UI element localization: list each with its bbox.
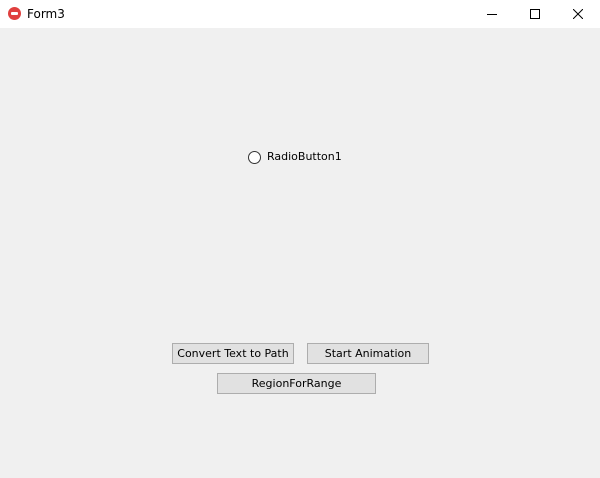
title-bar[interactable]: Form3	[0, 0, 600, 28]
app-logo-icon	[8, 7, 21, 20]
close-icon	[573, 9, 583, 19]
maximize-button[interactable]	[513, 0, 557, 28]
minimize-button[interactable]	[470, 0, 514, 28]
region-for-range-button[interactable]: RegionForRange	[217, 373, 376, 394]
window-title: Form3	[27, 7, 65, 21]
radio-button-1[interactable]: RadioButton1	[248, 149, 342, 165]
minimize-icon	[487, 14, 497, 15]
convert-text-to-path-button[interactable]: Convert Text to Path	[172, 343, 294, 364]
start-animation-button[interactable]: Start Animation	[307, 343, 429, 364]
close-button[interactable]	[556, 0, 600, 28]
app-window: Form3 RadioButton1 Convert Text to Path …	[0, 0, 600, 478]
radio-circle-icon[interactable]	[248, 150, 261, 164]
radio-button-label: RadioButton1	[267, 150, 342, 163]
maximize-icon	[530, 9, 540, 19]
